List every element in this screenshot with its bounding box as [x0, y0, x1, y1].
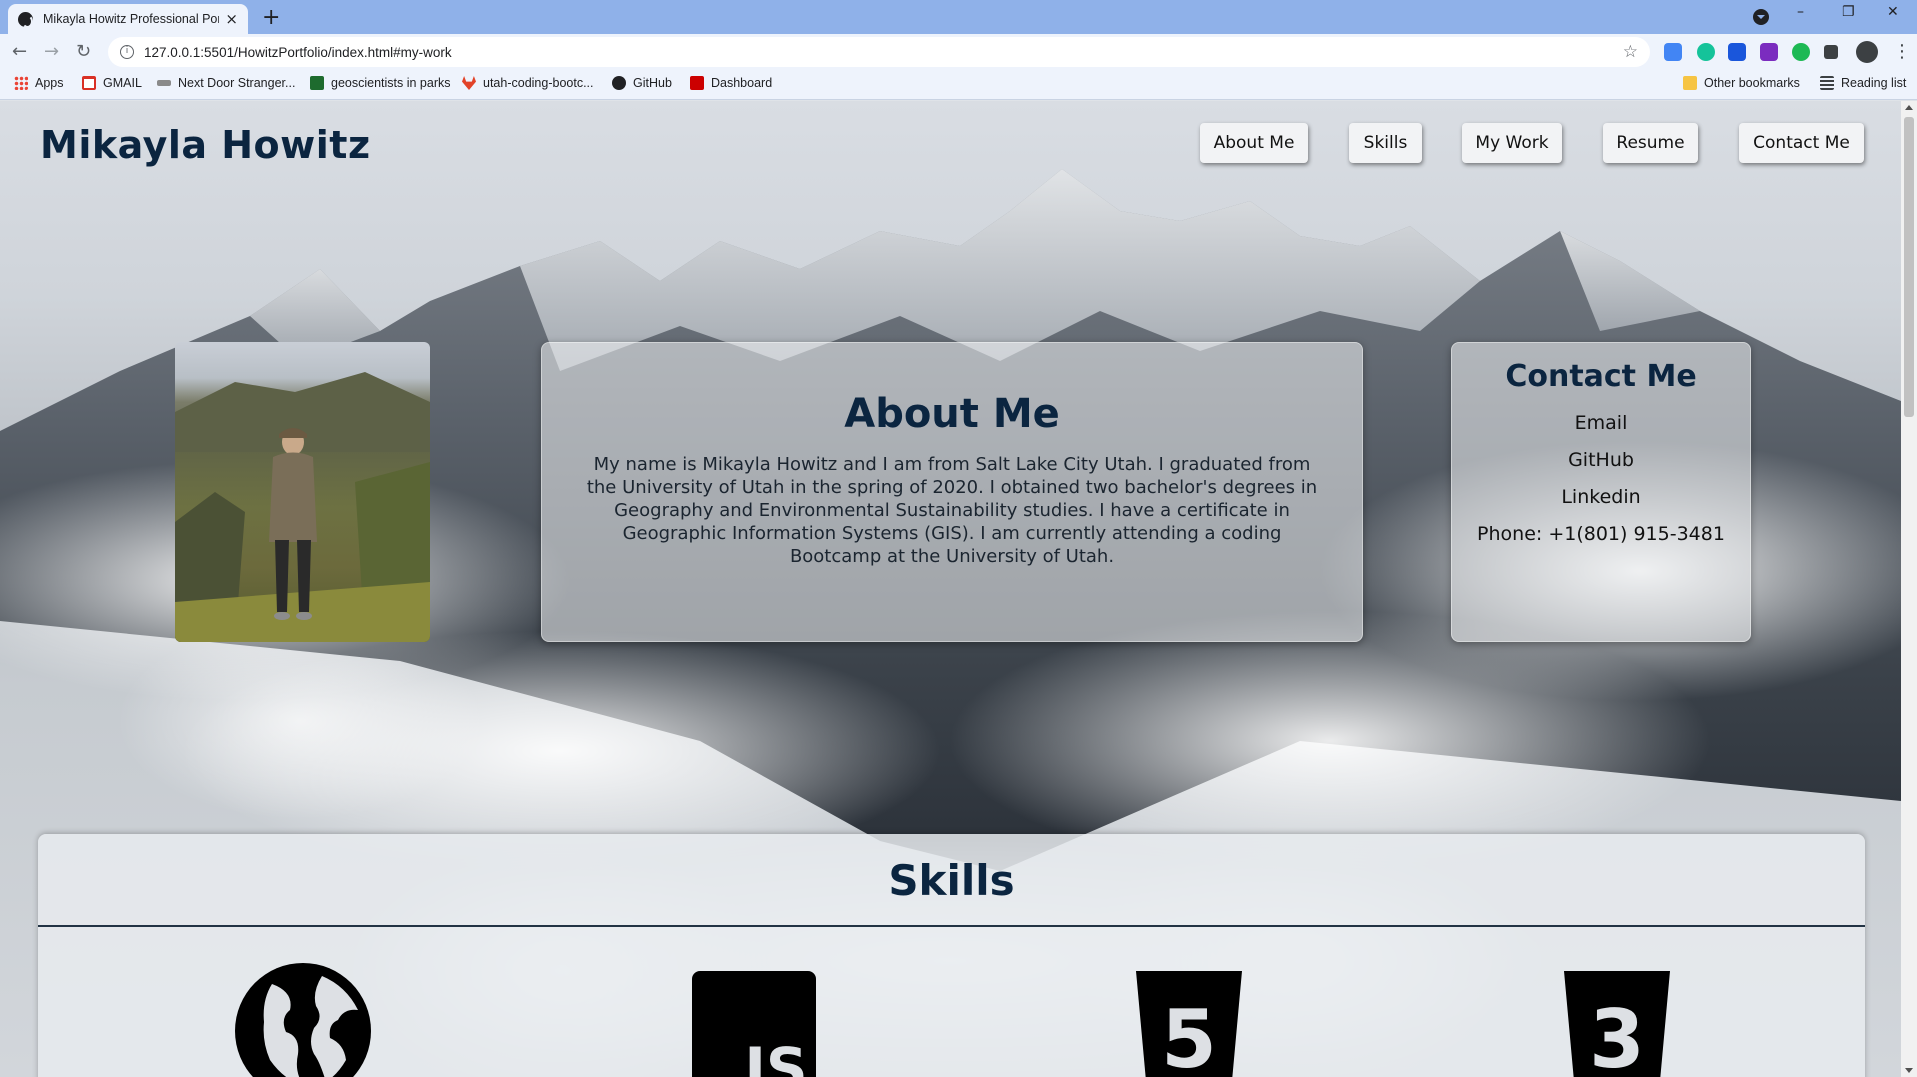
tab-search-icon[interactable]: [1753, 9, 1769, 25]
reading-list-icon: [1820, 76, 1834, 90]
bookmark-label: Apps: [35, 76, 64, 90]
reading-list-label: Reading list: [1841, 76, 1907, 90]
back-button[interactable]: ←: [12, 41, 27, 62]
bookmark-apps[interactable]: Apps: [14, 76, 64, 90]
about-me-text: My name is Mikayla Howitz and I am from …: [586, 454, 1318, 567]
bookmark-star-icon[interactable]: ☆: [1623, 42, 1638, 62]
bookmark-utah-coding-bootcamp[interactable]: utah-coding-bootc...: [462, 76, 594, 90]
bookmark-gmail[interactable]: GMAIL: [82, 76, 142, 90]
extension-icon[interactable]: [1728, 43, 1746, 61]
page-viewport: Mikayla Howitz About Me Skills My Work R…: [0, 101, 1901, 1077]
bookmark-label: Dashboard: [711, 76, 773, 90]
extension-green-icon[interactable]: [1792, 43, 1810, 61]
tab-title: Mikayla Howitz Professional Portfolio: [43, 12, 219, 26]
gmail-icon: [82, 76, 96, 90]
extensions-puzzle-icon[interactable]: [1824, 45, 1838, 59]
url-text[interactable]: 127.0.0.1:5501/HowitzPortfolio/index.htm…: [144, 45, 452, 60]
contact-phone: Phone: +1(801) 915-3481: [1477, 523, 1725, 545]
css3-icon-label: 3: [1589, 993, 1645, 1077]
bookmark-github[interactable]: GitHub: [612, 76, 672, 90]
utah-u-icon: [690, 76, 704, 90]
browser-tab-strip: Mikayla Howitz Professional Portfolio × …: [0, 0, 1917, 34]
minimize-button[interactable]: –: [1797, 4, 1804, 20]
bookmark-label: Next Door Stranger...: [178, 76, 296, 90]
nav-contact-me-button[interactable]: Contact Me: [1739, 123, 1864, 163]
contact-linkedin-link[interactable]: Linkedin: [1452, 486, 1750, 508]
forward-button[interactable]: →: [44, 41, 59, 62]
nextdoor-icon: [157, 80, 171, 86]
contact-github-link[interactable]: GitHub: [1452, 449, 1750, 471]
other-bookmarks[interactable]: Other bookmarks: [1683, 76, 1800, 90]
about-me-card: About Me My name is Mikayla Howitz and I…: [541, 342, 1363, 642]
restore-button[interactable]: ❐: [1842, 4, 1855, 20]
skills-heading: Skills: [888, 856, 1015, 905]
browser-toolbar: ← → ↻ i 127.0.0.1:5501/HowitzPortfolio/i…: [0, 34, 1917, 70]
new-tab-button[interactable]: +: [262, 5, 280, 30]
profile-avatar-icon[interactable]: [1856, 41, 1878, 63]
javascript-icon: JS: [692, 971, 816, 1077]
page-scrollbar[interactable]: [1901, 101, 1917, 1077]
globe-icon: [235, 963, 371, 1077]
bookmark-nextdoor[interactable]: Next Door Stranger...: [157, 76, 295, 90]
nps-icon: [310, 76, 324, 90]
bookmark-label: GitHub: [633, 76, 672, 90]
site-title: Mikayla Howitz: [40, 123, 371, 167]
contact-heading: Contact Me: [1505, 359, 1697, 394]
nav-resume-button[interactable]: Resume: [1603, 123, 1698, 163]
apps-grid-icon: [14, 76, 28, 90]
folder-icon: [1683, 76, 1697, 90]
contact-email-link[interactable]: Email: [1452, 412, 1750, 434]
reading-list[interactable]: Reading list: [1820, 76, 1906, 90]
contact-card: Contact Me Email GitHub Linkedin Phone: …: [1451, 342, 1751, 642]
reload-button[interactable]: ↻: [76, 41, 91, 62]
globe-favicon-icon: [18, 11, 33, 28]
github-icon: [612, 76, 626, 90]
about-me-heading: About Me: [844, 391, 1060, 437]
scroll-up-arrow-icon[interactable]: [1905, 105, 1913, 110]
javascript-icon-label: JS: [740, 1035, 807, 1077]
site-info-icon[interactable]: i: [120, 45, 134, 59]
bookmark-geoscientists[interactable]: geoscientists in parks: [310, 76, 451, 90]
profile-photo: [175, 342, 430, 642]
scrollbar-thumb[interactable]: [1904, 117, 1914, 417]
gitlab-icon: [462, 76, 476, 90]
nav-my-work-button[interactable]: My Work: [1462, 123, 1562, 163]
skills-section: Skills JS 5 3: [38, 834, 1865, 1077]
skills-divider: [38, 925, 1865, 927]
address-bar[interactable]: i 127.0.0.1:5501/HowitzPortfolio/index.h…: [108, 37, 1650, 67]
html5-icon: 5: [1136, 971, 1242, 1077]
nav-skills-button[interactable]: Skills: [1349, 123, 1422, 163]
bookmark-label: utah-coding-bootc...: [483, 76, 594, 90]
bookmark-dashboard[interactable]: Dashboard: [690, 76, 772, 90]
nav-about-me-button[interactable]: About Me: [1200, 123, 1308, 163]
browser-menu-button[interactable]: ⋮: [1893, 41, 1911, 62]
browser-tab[interactable]: Mikayla Howitz Professional Portfolio ×: [8, 4, 248, 34]
html5-icon-label: 5: [1161, 993, 1217, 1077]
css3-icon: 3: [1564, 971, 1670, 1077]
other-bookmarks-label: Other bookmarks: [1704, 76, 1800, 90]
bookmarks-bar: Apps GMAIL Next Door Stranger... geoscie…: [0, 70, 1917, 100]
close-window-button[interactable]: ✕: [1887, 4, 1899, 20]
tab-close-button[interactable]: ×: [225, 10, 238, 28]
grammarly-extension-icon[interactable]: [1697, 43, 1715, 61]
extension-k-icon[interactable]: [1760, 43, 1778, 61]
bookmark-label: geoscientists in parks: [331, 76, 451, 90]
translate-extension-icon[interactable]: [1664, 43, 1682, 61]
bookmark-label: GMAIL: [103, 76, 142, 90]
scroll-down-arrow-icon[interactable]: [1905, 1068, 1913, 1073]
